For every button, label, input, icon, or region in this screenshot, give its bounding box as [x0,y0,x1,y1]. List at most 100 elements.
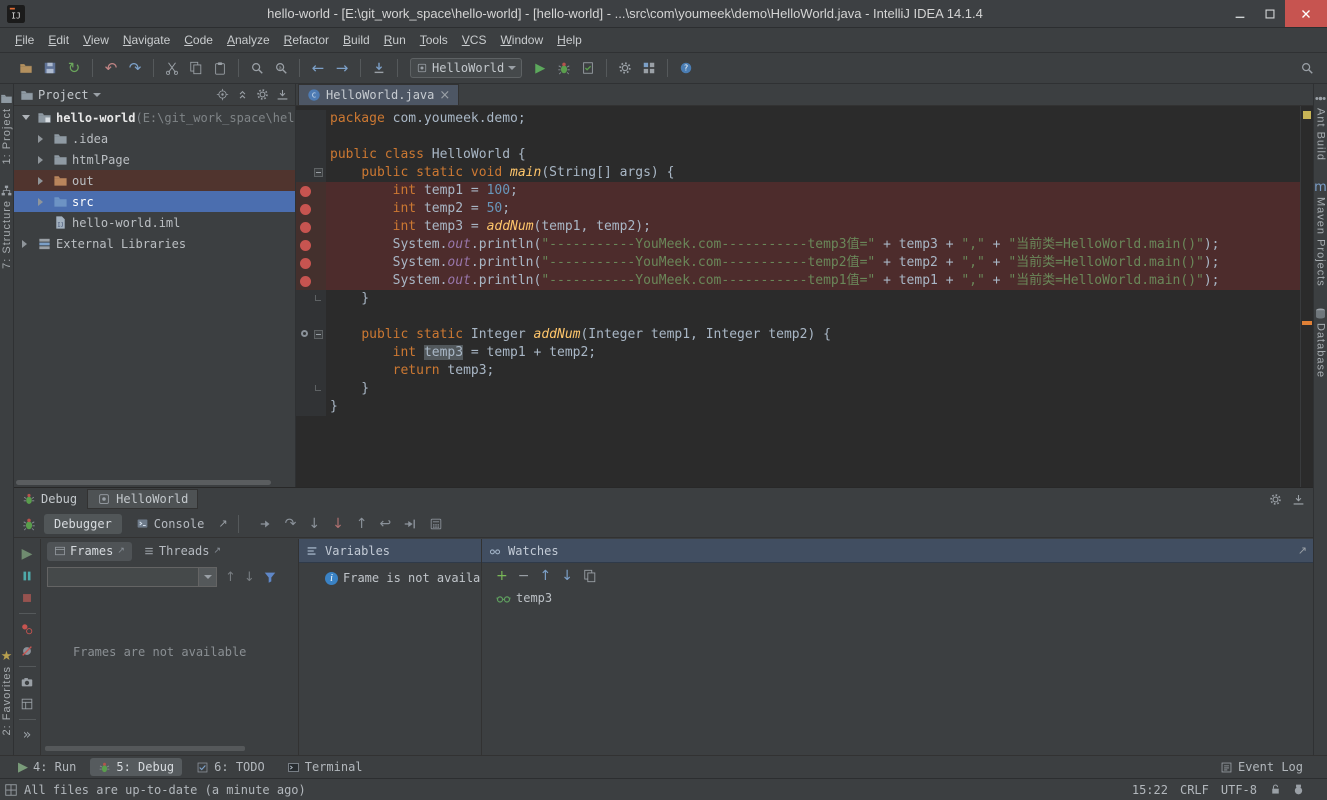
code-editor[interactable]: package com.youmeek.demo;public class He… [296,106,1300,487]
next-frame-icon[interactable]: ↓ [244,571,255,584]
menu-navigate[interactable]: Navigate [116,30,177,50]
step-into-button[interactable]: ↓ [308,517,320,531]
drop-frame-button[interactable]: ↩ [380,517,392,531]
replace-button[interactable]: a [269,56,293,80]
editor-gutter[interactable] [296,308,326,326]
close-button[interactable] [1285,0,1327,27]
breakpoint-icon[interactable] [300,258,311,269]
tree-item--idea[interactable]: .idea [14,128,295,149]
project-tree-hscrollbar[interactable] [16,480,271,485]
settings-gear-button[interactable] [613,56,637,80]
watch-item-temp3[interactable]: temp3 [482,589,1313,607]
collapse-all-button[interactable] [236,88,249,101]
toolwindow-button-event-log[interactable]: Event Log [1212,758,1311,776]
stripe-button-maven-projects[interactable]: mMaven Projects [1314,181,1327,287]
run-configuration-selector[interactable]: HelloWorld [410,58,522,78]
editor-tab-helloworld[interactable]: C HelloWorld.java × [298,84,459,105]
toolwindow-button-4-run[interactable]: ▶4: Run [10,758,84,776]
duplicate-watch-button[interactable] [583,569,597,583]
target-button[interactable] [216,88,229,101]
view-breakpoints-button[interactable] [20,622,34,636]
remove-watch-button[interactable]: − [518,569,530,583]
menu-window[interactable]: Window [493,30,550,50]
back-button[interactable]: ← [306,56,330,80]
tree-item-out[interactable]: out [14,170,295,191]
open-new-tab-icon[interactable]: ↗ [218,518,227,529]
menu-refactor[interactable]: Refactor [277,30,336,50]
editor-gutter[interactable] [296,290,326,308]
code-line[interactable]: } [296,290,1300,308]
tab-frames[interactable]: Frames↗ [47,542,132,561]
code-line[interactable] [296,128,1300,146]
expand-icon[interactable] [22,115,34,120]
step-over-button[interactable]: ↷ [285,517,297,531]
menu-build[interactable]: Build [336,30,377,50]
editor-gutter[interactable] [296,182,326,200]
collapse-icon[interactable] [38,156,50,164]
tree-item-hello-world[interactable]: hello-world (E:\git_work_space\hello-wor… [14,107,295,128]
thread-selector-combobox[interactable] [47,567,217,587]
save-all-button[interactable] [38,56,62,80]
open-folder-button[interactable] [14,56,38,80]
editor-gutter[interactable] [296,146,326,164]
minimize-button[interactable] [1225,0,1255,27]
menu-run[interactable]: Run [377,30,413,50]
menu-help[interactable]: Help [550,30,589,50]
add-watch-button[interactable]: + [496,569,508,583]
code-line[interactable]: public static void main(String[] args) { [296,164,1300,182]
inspection-indicator[interactable] [1303,111,1311,119]
toolwindow-switcher-icon[interactable] [4,783,18,797]
filter-frames-icon[interactable] [263,570,277,584]
stripe-button-ant-build[interactable]: Ant Build [1314,92,1327,161]
toolwindow-button-5-debug[interactable]: 5: Debug [90,758,182,776]
stripe-button-database[interactable]: Database [1314,307,1327,378]
stripe-button-2-favorites[interactable]: ★2: Favorites [1,650,13,735]
forward-button[interactable]: → [330,56,354,80]
editor-scrollbar[interactable] [1300,106,1313,487]
menu-code[interactable]: Code [177,30,220,50]
hide-panel-button[interactable] [276,88,289,101]
coverage-button[interactable] [576,56,600,80]
make-project-button[interactable] [367,56,391,80]
hide-panel-button[interactable] [1292,493,1305,506]
frames-hscrollbar[interactable] [45,746,245,751]
breakpoint-icon[interactable] [300,204,311,215]
editor-gutter[interactable] [296,128,326,146]
editor-gutter[interactable] [296,236,326,254]
editor-gutter[interactable] [296,326,326,344]
paste-button[interactable] [208,56,232,80]
tree-item-external-libraries[interactable]: External Libraries [14,233,295,254]
menu-analyze[interactable]: Analyze [220,30,277,50]
collapse-icon[interactable] [38,198,50,206]
collapse-icon[interactable] [22,240,34,248]
code-line[interactable]: int temp1 = 100; [296,182,1300,200]
mute-breakpoints-button[interactable] [20,644,34,658]
code-line[interactable]: System.out.println("-----------YouMeek.c… [296,272,1300,290]
undo-button[interactable]: ↶ [99,56,123,80]
code-line[interactable]: public static Integer addNum(Integer tem… [296,326,1300,344]
restore-layout-button[interactable] [20,697,34,711]
code-line[interactable]: } [296,398,1300,416]
synchronize-button[interactable]: ↻ [62,56,86,80]
editor-gutter[interactable] [296,200,326,218]
step-out-button[interactable]: ↑ [356,517,368,531]
code-line[interactable]: } [296,380,1300,398]
collapse-icon[interactable] [38,135,50,143]
redo-button[interactable]: ↷ [123,56,147,80]
code-line[interactable]: package com.youmeek.demo; [296,110,1300,128]
move-down-button[interactable]: ↓ [561,569,573,583]
evaluate-expression-button[interactable] [429,517,443,531]
project-structure-button[interactable] [637,56,661,80]
debug-button[interactable] [552,56,576,80]
caret-position[interactable]: 15:22 [1132,783,1168,797]
resume-button[interactable]: ▶ [22,547,33,561]
editor-gutter[interactable] [296,218,326,236]
collapse-icon[interactable] [38,177,50,185]
lock-button[interactable] [1269,783,1282,796]
menu-tools[interactable]: Tools [413,30,455,50]
editor-gutter[interactable] [296,398,326,416]
cut-button[interactable] [160,56,184,80]
float-panel-icon[interactable]: ↗ [1298,545,1307,556]
maximize-button[interactable] [1255,0,1285,27]
editor-gutter[interactable] [296,110,326,128]
